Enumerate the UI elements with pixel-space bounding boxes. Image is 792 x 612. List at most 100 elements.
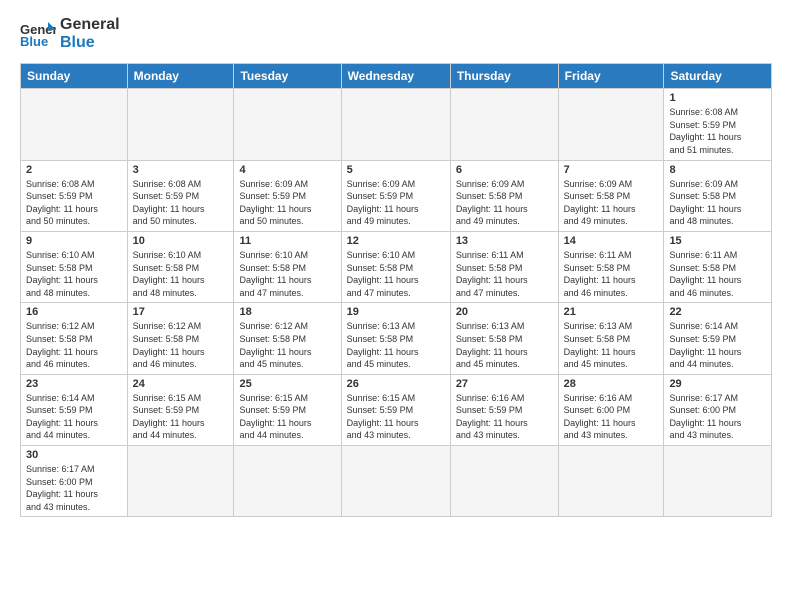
- calendar-week-row: 1 Sunrise: 6:08 AMSunset: 5:59 PMDaylight…: [21, 89, 772, 160]
- day-number: 8: [669, 164, 766, 176]
- svg-text:Blue: Blue: [20, 34, 48, 48]
- calendar-cell: 3 Sunrise: 6:08 AMSunset: 5:59 PMDaylight…: [127, 160, 234, 231]
- calendar-cell: 27 Sunrise: 6:16 AMSunset: 5:59 PMDayligh…: [450, 374, 558, 445]
- day-number: 26: [347, 378, 445, 390]
- page-header: General Blue General Blue: [20, 16, 772, 51]
- calendar-cell: [341, 89, 450, 160]
- calendar-cell: 30 Sunrise: 6:17 AMSunset: 6:00 PMDayligh…: [21, 446, 128, 517]
- calendar-header-monday: Monday: [127, 64, 234, 89]
- day-info: Sunrise: 6:11 AMSunset: 5:58 PMDaylight:…: [564, 249, 659, 299]
- day-info: Sunrise: 6:15 AMSunset: 5:59 PMDaylight:…: [133, 392, 229, 442]
- calendar-cell: [127, 89, 234, 160]
- day-number: 9: [26, 235, 122, 247]
- calendar-cell: 20 Sunrise: 6:13 AMSunset: 5:58 PMDayligh…: [450, 303, 558, 374]
- calendar-cell: 19Sunrise: 6:13 AMSunset: 5:58 PMDayligh…: [341, 303, 450, 374]
- day-info: Sunrise: 6:12 AMSunset: 5:58 PMDaylight:…: [133, 320, 229, 370]
- day-info: Sunrise: 6:17 AMSunset: 6:00 PMDaylight:…: [26, 463, 122, 513]
- calendar-cell: 18 Sunrise: 6:12 AMSunset: 5:58 PMDayligh…: [234, 303, 341, 374]
- day-info: Sunrise: 6:09 AMSunset: 5:58 PMDaylight:…: [669, 178, 766, 228]
- calendar-cell: 25 Sunrise: 6:15 AMSunset: 5:59 PMDayligh…: [234, 374, 341, 445]
- calendar-cell: 8 Sunrise: 6:09 AMSunset: 5:58 PMDaylight…: [664, 160, 772, 231]
- day-number: 14: [564, 235, 659, 247]
- logo-icon: General Blue: [20, 20, 56, 48]
- day-info: Sunrise: 6:13 AMSunset: 5:58 PMDaylight:…: [456, 320, 553, 370]
- day-info: Sunrise: 6:10 AMSunset: 5:58 PMDaylight:…: [133, 249, 229, 299]
- day-info: Sunrise: 6:17 AMSunset: 6:00 PMDaylight:…: [669, 392, 766, 442]
- day-number: 29: [669, 378, 766, 390]
- calendar-cell: 21 Sunrise: 6:13 AMSunset: 5:58 PMDayligh…: [558, 303, 664, 374]
- calendar-cell: 6Sunrise: 6:09 AMSunset: 5:58 PMDaylight…: [450, 160, 558, 231]
- day-number: 1: [669, 92, 766, 104]
- day-info: Sunrise: 6:11 AMSunset: 5:58 PMDaylight:…: [669, 249, 766, 299]
- calendar-header-row: SundayMondayTuesdayWednesdayThursdayFrid…: [21, 64, 772, 89]
- calendar-cell: 23 Sunrise: 6:14 AMSunset: 5:59 PMDayligh…: [21, 374, 128, 445]
- day-info: Sunrise: 6:14 AMSunset: 5:59 PMDaylight:…: [669, 320, 766, 370]
- calendar-header-tuesday: Tuesday: [234, 64, 341, 89]
- day-number: 25: [239, 378, 335, 390]
- day-number: 18: [239, 306, 335, 318]
- calendar-cell: 4Sunrise: 6:09 AMSunset: 5:59 PMDaylight…: [234, 160, 341, 231]
- calendar-cell: 28Sunrise: 6:16 AMSunset: 6:00 PMDayligh…: [558, 374, 664, 445]
- calendar-cell: 2 Sunrise: 6:08 AMSunset: 5:59 PMDaylight…: [21, 160, 128, 231]
- day-info: Sunrise: 6:16 AMSunset: 5:59 PMDaylight:…: [456, 392, 553, 442]
- day-info: Sunrise: 6:10 AMSunset: 5:58 PMDaylight:…: [26, 249, 122, 299]
- day-number: 30: [26, 449, 122, 461]
- day-info: Sunrise: 6:16 AMSunset: 6:00 PMDaylight:…: [564, 392, 659, 442]
- calendar-cell: 10Sunrise: 6:10 AMSunset: 5:58 PMDayligh…: [127, 231, 234, 302]
- calendar-cell: 24Sunrise: 6:15 AMSunset: 5:59 PMDayligh…: [127, 374, 234, 445]
- day-info: Sunrise: 6:08 AMSunset: 5:59 PMDaylight:…: [26, 178, 122, 228]
- calendar-cell: 1 Sunrise: 6:08 AMSunset: 5:59 PMDaylight…: [664, 89, 772, 160]
- day-info: Sunrise: 6:10 AMSunset: 5:58 PMDaylight:…: [347, 249, 445, 299]
- day-info: Sunrise: 6:09 AMSunset: 5:59 PMDaylight:…: [347, 178, 445, 228]
- day-number: 15: [669, 235, 766, 247]
- calendar-cell: [558, 89, 664, 160]
- day-number: 3: [133, 164, 229, 176]
- day-number: 23: [26, 378, 122, 390]
- day-info: Sunrise: 6:08 AMSunset: 5:59 PMDaylight:…: [133, 178, 229, 228]
- logo-blue-text: Blue: [60, 34, 120, 52]
- day-info: Sunrise: 6:15 AMSunset: 5:59 PMDaylight:…: [239, 392, 335, 442]
- calendar-cell: 12Sunrise: 6:10 AMSunset: 5:58 PMDayligh…: [341, 231, 450, 302]
- calendar-cell: 29 Sunrise: 6:17 AMSunset: 6:00 PMDayligh…: [664, 374, 772, 445]
- day-info: Sunrise: 6:12 AMSunset: 5:58 PMDaylight:…: [239, 320, 335, 370]
- day-number: 27: [456, 378, 553, 390]
- calendar-header-thursday: Thursday: [450, 64, 558, 89]
- calendar-cell: 7Sunrise: 6:09 AMSunset: 5:58 PMDaylight…: [558, 160, 664, 231]
- logo: General Blue General Blue: [20, 16, 120, 51]
- day-number: 4: [239, 164, 335, 176]
- day-info: Sunrise: 6:10 AMSunset: 5:58 PMDaylight:…: [239, 249, 335, 299]
- calendar-cell: [234, 89, 341, 160]
- calendar-cell: [21, 89, 128, 160]
- day-number: 7: [564, 164, 659, 176]
- calendar-cell: 26Sunrise: 6:15 AMSunset: 5:59 PMDayligh…: [341, 374, 450, 445]
- calendar-week-row: 23 Sunrise: 6:14 AMSunset: 5:59 PMDayligh…: [21, 374, 772, 445]
- calendar-week-row: 2 Sunrise: 6:08 AMSunset: 5:59 PMDaylight…: [21, 160, 772, 231]
- calendar-cell: 17 Sunrise: 6:12 AMSunset: 5:58 PMDayligh…: [127, 303, 234, 374]
- day-number: 21: [564, 306, 659, 318]
- calendar-cell: 22 Sunrise: 6:14 AMSunset: 5:59 PMDayligh…: [664, 303, 772, 374]
- day-info: Sunrise: 6:13 AMSunset: 5:58 PMDaylight:…: [564, 320, 659, 370]
- calendar-cell: 11 Sunrise: 6:10 AMSunset: 5:58 PMDayligh…: [234, 231, 341, 302]
- calendar-cell: [450, 446, 558, 517]
- day-number: 20: [456, 306, 553, 318]
- day-number: 6: [456, 164, 553, 176]
- calendar-cell: 5 Sunrise: 6:09 AMSunset: 5:59 PMDaylight…: [341, 160, 450, 231]
- calendar-cell: 16Sunrise: 6:12 AMSunset: 5:58 PMDayligh…: [21, 303, 128, 374]
- calendar-cell: 15 Sunrise: 6:11 AMSunset: 5:58 PMDayligh…: [664, 231, 772, 302]
- day-number: 11: [239, 235, 335, 247]
- day-info: Sunrise: 6:14 AMSunset: 5:59 PMDaylight:…: [26, 392, 122, 442]
- logo-general-text: General: [60, 16, 120, 34]
- day-number: 17: [133, 306, 229, 318]
- day-info: Sunrise: 6:11 AMSunset: 5:58 PMDaylight:…: [456, 249, 553, 299]
- calendar-cell: [127, 446, 234, 517]
- day-number: 16: [26, 306, 122, 318]
- day-info: Sunrise: 6:08 AMSunset: 5:59 PMDaylight:…: [669, 106, 766, 156]
- calendar-cell: 13Sunrise: 6:11 AMSunset: 5:58 PMDayligh…: [450, 231, 558, 302]
- calendar-header-wednesday: Wednesday: [341, 64, 450, 89]
- day-number: 22: [669, 306, 766, 318]
- calendar-cell: 9 Sunrise: 6:10 AMSunset: 5:58 PMDaylight…: [21, 231, 128, 302]
- day-number: 2: [26, 164, 122, 176]
- day-number: 5: [347, 164, 445, 176]
- calendar-table: SundayMondayTuesdayWednesdayThursdayFrid…: [20, 63, 772, 517]
- calendar-header-sunday: Sunday: [21, 64, 128, 89]
